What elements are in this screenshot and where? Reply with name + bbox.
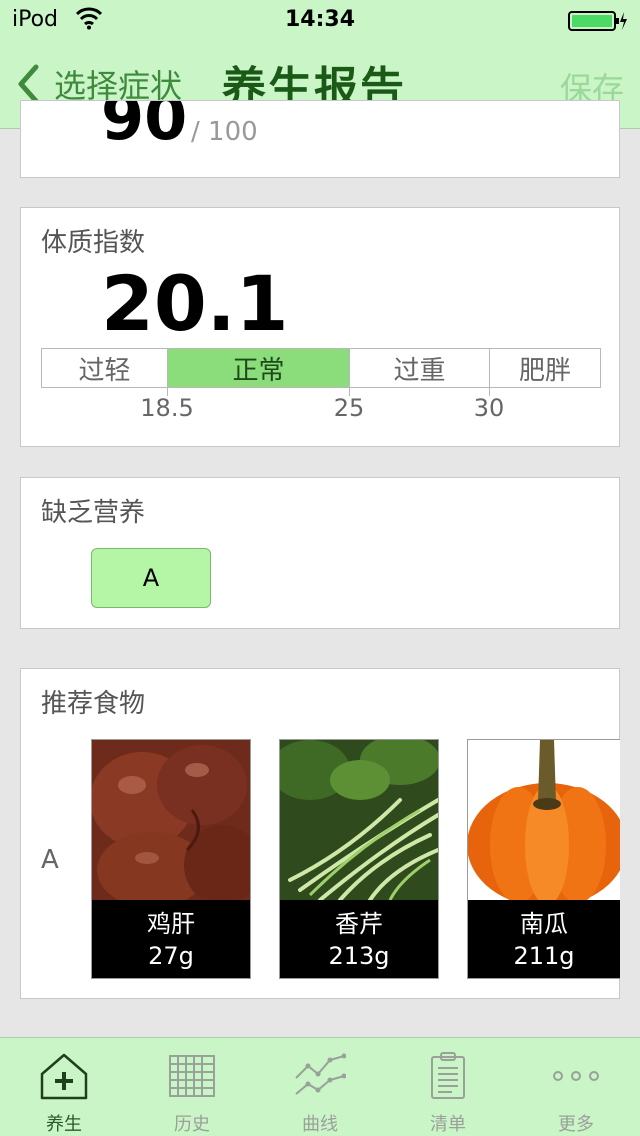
bmi-value: 20.1 [101, 259, 289, 348]
tab-home[interactable]: 养生 [0, 1038, 128, 1136]
clipboard-icon [431, 1052, 465, 1099]
food-amount: 211g [513, 942, 575, 970]
tab-history[interactable]: 历史 [128, 1038, 256, 1136]
battery-icon [568, 11, 627, 31]
pumpkin-image [468, 740, 620, 900]
food-item[interactable]: 南瓜 211g [467, 739, 620, 979]
tab-list[interactable]: 清单 [384, 1038, 512, 1136]
food-item[interactable]: 鸡肝 27g [91, 739, 251, 979]
chicken-liver-image [92, 740, 250, 900]
tab-label: 养生 [46, 1114, 82, 1135]
food-caption: 南瓜 211g [468, 900, 620, 978]
tab-bar: 养生 历史 曲线 清单 更多 [0, 1037, 640, 1136]
food-caption: 香芹 213g [280, 900, 438, 978]
tab-label: 清单 [430, 1114, 466, 1135]
status-bar: iPod 14:34 [0, 0, 640, 40]
food-item[interactable]: 香芹 213g [279, 739, 439, 979]
deficiency-card: 缺乏营养 A [20, 477, 620, 629]
tab-label: 历史 [174, 1114, 210, 1135]
bmi-scale: 过轻 正常 过重 肥胖 [41, 348, 601, 388]
food-name: 鸡肝 [147, 910, 195, 938]
tab-label: 曲线 [302, 1114, 338, 1135]
bmi-segment-overweight: 过重 [350, 349, 490, 387]
health-score-value: 90 [101, 100, 188, 154]
celery-image [280, 740, 438, 900]
bmi-segment-underweight: 过轻 [42, 349, 168, 387]
foods-row-label: A [41, 845, 59, 875]
food-amount: 213g [328, 942, 390, 970]
clock: 14:34 [284, 7, 356, 32]
bmi-tick-label: 18.5 [140, 394, 194, 422]
food-caption: 鸡肝 27g [92, 900, 250, 978]
deficiency-title: 缺乏营养 [41, 498, 146, 528]
grid-icon [169, 1055, 215, 1097]
food-name: 香芹 [335, 910, 383, 938]
bmi-tick-label: 25 [333, 394, 365, 422]
bmi-title: 体质指数 [41, 228, 146, 258]
health-score-max: / 100 [191, 117, 258, 147]
foods-title: 推荐食物 [41, 689, 146, 719]
more-dots-icon [553, 1071, 599, 1081]
bmi-tick-label: 30 [473, 394, 505, 422]
food-name: 南瓜 [520, 910, 568, 938]
tab-curve[interactable]: 曲线 [256, 1038, 384, 1136]
nutrient-tag[interactable]: A [91, 548, 211, 608]
line-chart-icon [295, 1053, 346, 1095]
tab-label: 更多 [558, 1114, 594, 1135]
food-amount: 27g [148, 942, 194, 970]
health-score-card: 90 / 100 [20, 100, 620, 178]
bmi-segment-obese: 肥胖 [518, 355, 571, 386]
chevron-left-icon [18, 64, 39, 104]
bmi-segment-normal: 正常 [168, 349, 350, 387]
recommended-foods-card: 推荐食物 A 鸡肝 27g 香芹 213g 南瓜 211g [20, 668, 620, 999]
bmi-card: 体质指数 20.1 过轻 正常 过重 肥胖 18.5 25 30 [20, 207, 620, 447]
tab-more[interactable]: 更多 [512, 1038, 640, 1136]
home-plus-icon [40, 1053, 88, 1100]
